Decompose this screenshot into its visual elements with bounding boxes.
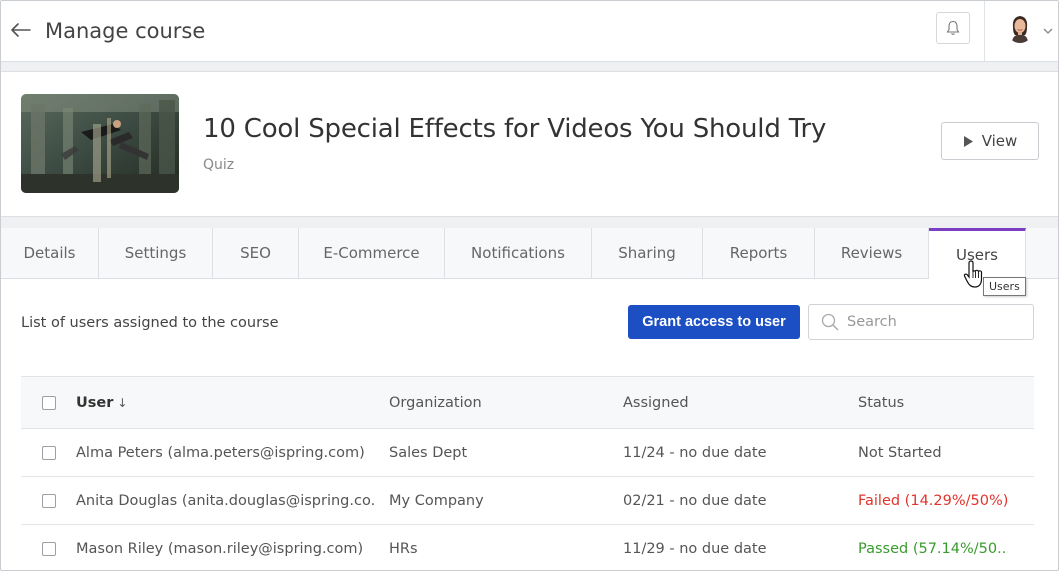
course-thumbnail [21,94,179,193]
tab-sharing[interactable]: Sharing [592,228,703,278]
column-assigned: Assigned [623,394,689,411]
separator-band [1,62,1058,72]
tab-reviews[interactable]: Reviews [815,228,929,278]
course-type: Quiz [203,157,235,173]
users-table: User ↓ Organization Assigned Status Alma… [21,376,1034,570]
row-checkbox[interactable] [42,445,56,460]
tab-bar: Details Settings SEO E-Commerce Notifica… [1,228,1058,279]
organization-cell: Sales Dept [389,444,468,461]
column-organization: Organization [389,394,482,411]
view-button[interactable]: View [941,122,1039,160]
course-header: 10 Cool Special Effects for Videos You S… [1,72,1058,216]
grant-access-button[interactable]: Grant access to user [628,305,800,339]
organization-cell: My Company [389,492,484,509]
separator-band [1,216,1058,228]
back-arrow-icon[interactable] [9,18,33,42]
sort-arrow-icon: ↓ [117,395,128,410]
search-input[interactable] [847,314,1017,330]
table-row[interactable]: Alma Peters (alma.peters@ispring.com) Sa… [21,429,1034,477]
row-checkbox[interactable] [42,493,56,508]
bell-icon [946,20,960,35]
chevron-down-icon[interactable] [1042,21,1054,34]
tooltip: Users [983,277,1026,296]
tab-bar-fill [1026,228,1058,278]
page-title: Manage course [45,19,206,43]
tab-reports[interactable]: Reports [703,228,815,278]
status-cell: Not Started [858,444,942,461]
search-icon [821,313,839,331]
top-bar: Manage course [1,1,1058,62]
column-user[interactable]: User ↓ [76,377,376,428]
organization-cell: HRs [389,540,418,557]
course-title: 10 Cool Special Effects for Videos You S… [203,114,827,144]
table-row[interactable]: Mason Riley (mason.riley@ispring.com) HR… [21,525,1034,570]
status-cell: Passed (57.14%/50... [858,540,1008,557]
users-description: List of users assigned to the course [21,315,279,331]
search-box[interactable] [808,304,1034,340]
tab-notifications[interactable]: Notifications [445,228,592,278]
user-cell: Mason Riley (mason.riley@ispring.com) [76,540,364,557]
user-avatar[interactable] [1006,13,1034,43]
notifications-button[interactable] [936,12,970,44]
tab-seo[interactable]: SEO [213,228,299,278]
column-user-label: User [76,394,114,411]
play-icon [963,135,973,147]
column-status: Status [858,394,905,411]
table-header: User ↓ Organization Assigned Status [21,376,1034,429]
tab-settings[interactable]: Settings [99,228,213,278]
app-window: Manage course 10 Cool Special Effects fo… [0,0,1059,571]
row-checkbox[interactable] [42,541,56,556]
tab-details[interactable]: Details [1,228,99,278]
assigned-cell: 11/24 - no due date [623,444,767,461]
user-cell: Anita Douglas (anita.douglas@ispring.co.… [76,492,376,509]
table-row[interactable]: Anita Douglas (anita.douglas@ispring.co.… [21,477,1034,525]
divider [984,1,985,61]
select-all-checkbox[interactable] [42,395,56,410]
view-button-label: View [981,132,1018,150]
assigned-cell: 02/21 - no due date [623,492,767,509]
tab-e-commerce[interactable]: E-Commerce [299,228,445,278]
user-cell: Alma Peters (alma.peters@ispring.com) [76,444,365,461]
assigned-cell: 11/29 - no due date [623,540,767,557]
status-cell: Failed (14.29%/50%) [858,492,1008,509]
